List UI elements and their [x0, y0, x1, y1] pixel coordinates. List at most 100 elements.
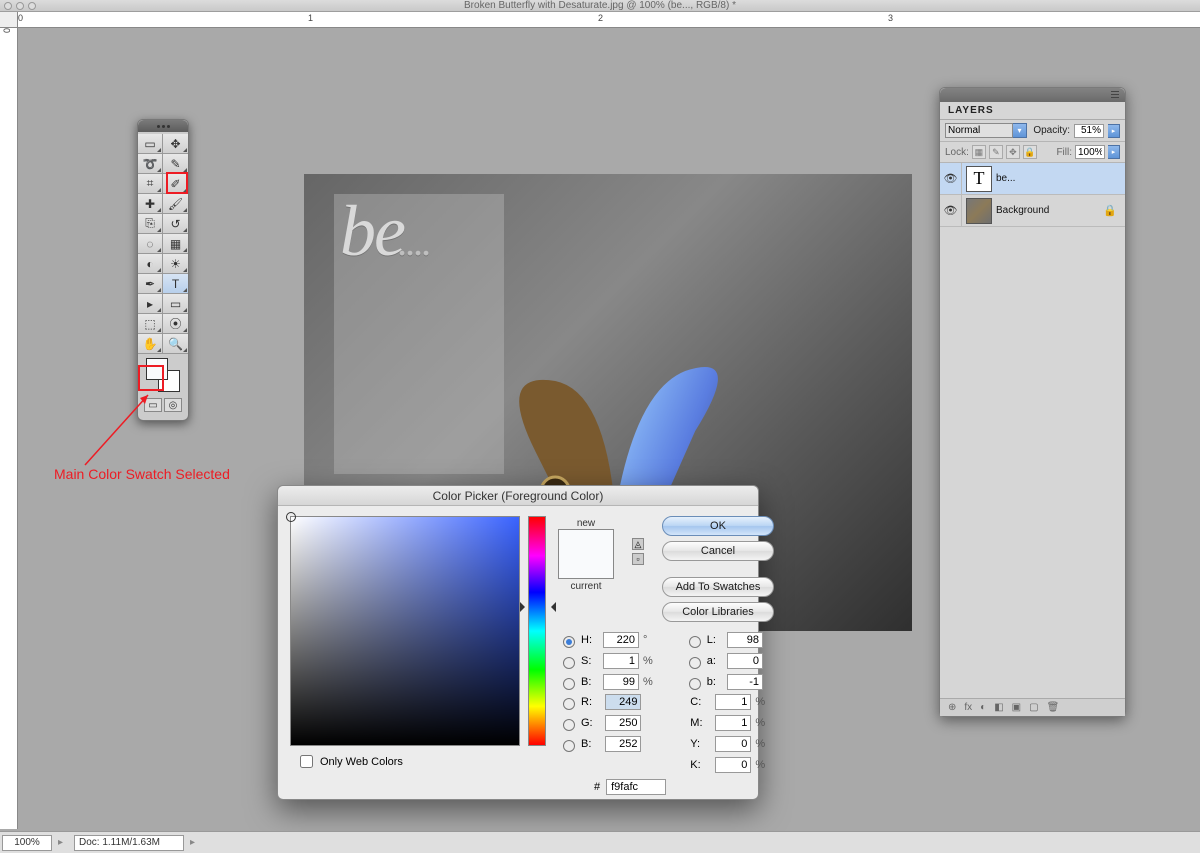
r-input[interactable] [605, 694, 641, 710]
color-swatches[interactable] [146, 358, 180, 392]
stamp-tool[interactable]: ⎘ [138, 214, 163, 234]
hue-radio[interactable]: H: [558, 633, 599, 648]
m-input[interactable] [715, 715, 751, 731]
fill-input[interactable] [1075, 145, 1105, 159]
hue-thumb[interactable] [525, 602, 551, 610]
hand-tool[interactable]: ✋ [138, 334, 163, 354]
lasso-tool[interactable]: ➰ [138, 154, 163, 174]
hex-input[interactable] [606, 779, 666, 795]
color-preview[interactable] [558, 529, 614, 579]
cancel-button[interactable]: Cancel [662, 541, 774, 561]
window-controls[interactable] [4, 2, 36, 10]
3d-tool[interactable]: ⬚ [138, 314, 163, 334]
layers-tab[interactable]: LAYERS [940, 102, 1125, 120]
document-size[interactable]: Doc: 1.11M/1.63M [74, 835, 184, 851]
path-select-tool[interactable]: ▸ [138, 294, 163, 314]
l-input[interactable] [727, 632, 763, 648]
blend-mode-value[interactable] [945, 123, 1013, 138]
add-to-swatches-button[interactable]: Add To Swatches [662, 577, 774, 597]
c-input[interactable] [715, 694, 751, 710]
type-tool[interactable]: T [163, 274, 188, 294]
quickmask-mode-icon[interactable]: ◎ [164, 398, 182, 412]
b-input[interactable] [727, 674, 763, 690]
layer-row[interactable]: 👁Tbe... [940, 163, 1125, 195]
blur-tool[interactable]: ◐ [138, 254, 163, 274]
group-icon[interactable]: ▣ [1012, 702, 1021, 713]
lock-icon[interactable]: 🔒 [1103, 204, 1117, 217]
gamut-warning-icon[interactable]: ◬ [632, 538, 644, 550]
ruler-vertical[interactable]: 0 [0, 28, 18, 829]
foreground-swatch[interactable] [146, 358, 168, 380]
move-tool[interactable]: ✥ [163, 134, 188, 154]
shape-tool[interactable]: ▭ [163, 294, 188, 314]
hue-slider[interactable] [528, 516, 546, 746]
fx-icon[interactable]: fx [964, 702, 972, 713]
layers-footer[interactable]: ⊕ fx ◐ ◧ ▣ ▢ 🗑 [940, 698, 1125, 716]
close-icon[interactable] [4, 2, 12, 10]
marquee-tool[interactable]: ▭ [138, 134, 163, 154]
lock-brush-icon[interactable]: ✎ [989, 145, 1003, 159]
tools-panel[interactable]: ▭✥➰✎⌗✐✚🖌⎘↺◌▦◐☀✒T▸▭⬚⦿✋🔍 ▭ ◎ [137, 119, 189, 421]
adjustment-icon[interactable]: ◧ [994, 702, 1003, 713]
brush-tool[interactable]: 🖌 [163, 194, 188, 214]
saturation-field[interactable] [290, 516, 520, 746]
panel-grip[interactable] [138, 120, 188, 132]
trash-icon[interactable]: 🗑 [1047, 702, 1060, 713]
bright-input[interactable] [603, 674, 639, 690]
color-libraries-button[interactable]: Color Libraries [662, 602, 774, 622]
only-web-colors-checkbox[interactable]: Only Web Colors [290, 752, 546, 771]
bright-radio[interactable]: B: [558, 675, 599, 690]
dodge-tool[interactable]: ☀ [163, 254, 188, 274]
sat-radio[interactable]: S: [558, 654, 599, 669]
color-cursor[interactable] [286, 512, 296, 522]
ruler-horizontal[interactable]: 0 1 2 3 [18, 12, 1200, 28]
a-radio[interactable]: a: [684, 654, 723, 669]
layer-thumbnail[interactable]: T [966, 166, 992, 192]
layer-list[interactable]: 👁Tbe...👁Background🔒 [940, 163, 1125, 698]
ok-button[interactable]: OK [662, 516, 774, 536]
pen-tool[interactable]: ✒ [138, 274, 163, 294]
healing-tool[interactable]: ✚ [138, 194, 163, 214]
l-radio[interactable]: L: [684, 633, 723, 648]
visibility-icon[interactable]: 👁 [940, 163, 962, 195]
g-radio[interactable]: G: [558, 716, 601, 731]
layer-name[interactable]: Background [996, 205, 1049, 216]
zoom-level[interactable]: 100% [2, 835, 52, 851]
crop-tool[interactable]: ⌗ [138, 174, 163, 194]
lock-transparent-icon[interactable]: ▦ [972, 145, 986, 159]
standard-mode-icon[interactable]: ▭ [144, 398, 162, 412]
3d-camera-tool[interactable]: ⦿ [163, 314, 188, 334]
color-picker-dialog[interactable]: Color Picker (Foreground Color) Only Web… [277, 485, 759, 800]
layer-row[interactable]: 👁 Background 🔒 [940, 195, 1125, 227]
b2-input[interactable] [605, 736, 641, 752]
minimize-icon[interactable] [16, 2, 24, 10]
mask-icon[interactable]: ◐ [980, 702, 986, 713]
layer-thumbnail[interactable] [966, 198, 992, 224]
hue-input[interactable] [603, 632, 639, 648]
panel-grip[interactable] [940, 88, 1125, 102]
zoom-icon[interactable] [28, 2, 36, 10]
blend-mode-select[interactable]: ▾ [945, 123, 1027, 138]
layer-name[interactable]: be... [996, 173, 1015, 184]
visibility-icon[interactable]: 👁 [940, 195, 962, 227]
g-input[interactable] [605, 715, 641, 731]
sat-input[interactable] [603, 653, 639, 669]
new-layer-icon[interactable]: ▢ [1029, 702, 1038, 713]
b2-radio[interactable]: B: [558, 737, 601, 752]
ruler-origin[interactable] [0, 12, 18, 28]
gradient-tool[interactable]: ▦ [163, 234, 188, 254]
zoom-tool[interactable]: 🔍 [163, 334, 188, 354]
history-brush-tool[interactable]: ↺ [163, 214, 188, 234]
lock-move-icon[interactable]: ✥ [1006, 145, 1020, 159]
quick-select-tool[interactable]: ✎ [163, 154, 188, 174]
lock-all-icon[interactable]: 🔒 [1023, 145, 1037, 159]
layers-panel[interactable]: LAYERS ▾ Opacity: ▸ Lock: ▦ ✎ ✥ 🔒 Fill: … [939, 87, 1126, 717]
eraser-tool[interactable]: ◌ [138, 234, 163, 254]
link-layers-icon[interactable]: ⊕ [948, 702, 956, 713]
k-input[interactable] [715, 757, 751, 773]
a-input[interactable] [727, 653, 763, 669]
b-radio[interactable]: b: [684, 675, 723, 690]
y-input[interactable] [715, 736, 751, 752]
opacity-input[interactable] [1074, 124, 1104, 138]
websafe-warning-icon[interactable]: ▫ [632, 553, 644, 565]
